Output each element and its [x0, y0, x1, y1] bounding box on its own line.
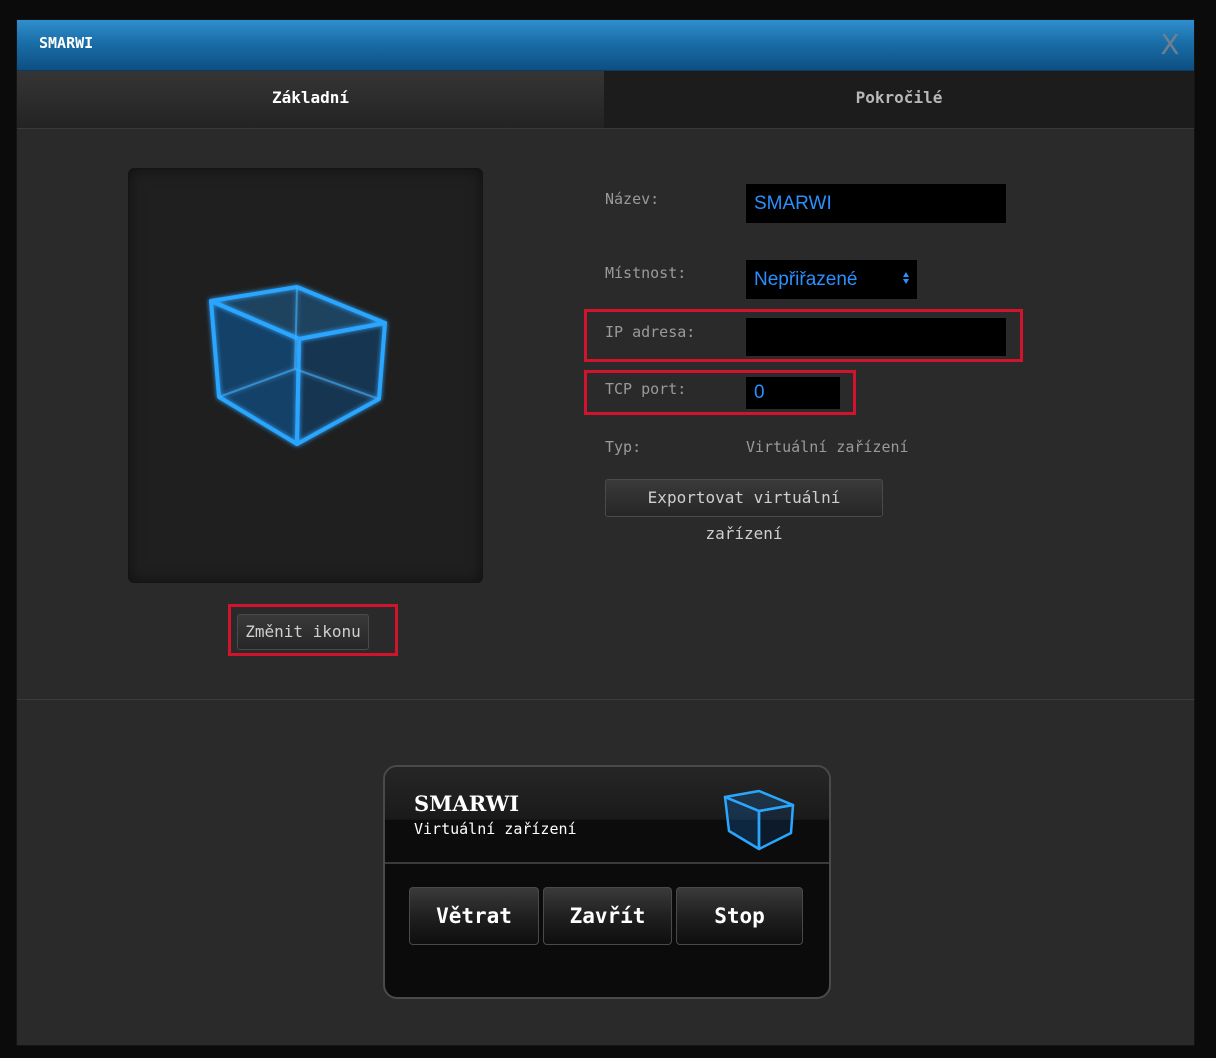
- vent-button[interactable]: Větrat: [409, 887, 539, 945]
- widget-device-type: Virtuální zařízení: [414, 820, 577, 838]
- name-label: Název:: [605, 190, 660, 208]
- type-value: Virtuální zařízení: [746, 438, 909, 456]
- type-label: Typ:: [605, 438, 642, 456]
- cube-icon: [723, 789, 795, 851]
- cube-icon: [209, 285, 387, 446]
- room-label: Místnost:: [605, 264, 687, 282]
- room-select[interactable]: Nepřiřazené: [745, 259, 918, 300]
- name-input[interactable]: [745, 183, 1007, 224]
- window-title: SMARWI: [39, 34, 94, 52]
- icon-preview-panel: [128, 168, 483, 583]
- select-arrows-icon: [903, 272, 909, 284]
- widget-device-name: SMARWI: [414, 791, 520, 816]
- tcp-port-input[interactable]: [745, 376, 841, 410]
- device-settings-dialog: SMARWI X Základní Pokročilé Změnit ikonu…: [16, 19, 1195, 1046]
- title-bar: SMARWI X: [17, 20, 1194, 71]
- ip-address-input[interactable]: [745, 317, 1007, 357]
- tab-advanced[interactable]: Pokročilé: [604, 71, 1194, 128]
- stop-button[interactable]: Stop: [676, 887, 803, 945]
- room-select-value: Nepřiřazené: [754, 269, 858, 290]
- close-button[interactable]: X: [1158, 30, 1182, 60]
- change-icon-button[interactable]: Změnit ikonu: [237, 614, 369, 650]
- divider: [17, 699, 1194, 700]
- tab-basic[interactable]: Základní: [17, 71, 604, 128]
- close-window-button[interactable]: Zavřít: [543, 887, 672, 945]
- tab-bar: Základní Pokročilé: [17, 71, 1194, 129]
- device-widget-preview: SMARWI Virtuální zařízení Větrat Zavřít …: [383, 765, 831, 999]
- ip-address-label: IP adresa:: [605, 323, 696, 341]
- export-virtual-device-button[interactable]: Exportovat virtuální zařízení: [605, 479, 883, 543]
- widget-header: SMARWI Virtuální zařízení: [385, 767, 829, 864]
- tcp-port-label: TCP port:: [605, 380, 687, 398]
